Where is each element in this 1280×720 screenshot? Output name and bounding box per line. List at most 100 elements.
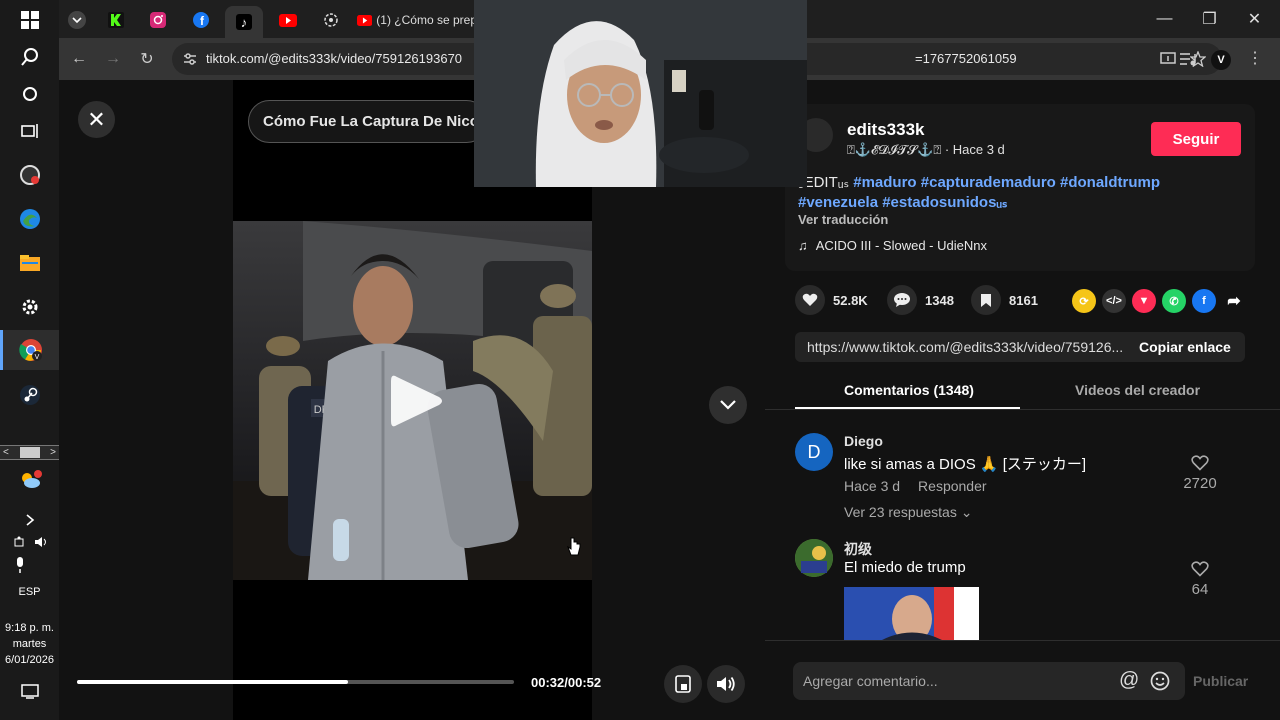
hashtag[interactable]: #venezuela bbox=[798, 194, 878, 211]
heart-outline-icon bbox=[1191, 455, 1209, 471]
profile-avatar[interactable]: V bbox=[1211, 50, 1231, 70]
task-view-icon[interactable] bbox=[0, 111, 59, 151]
comment-like-button[interactable]: 64 bbox=[1180, 561, 1220, 598]
hashtag[interactable]: #donaldtrump bbox=[1060, 174, 1160, 191]
comment-input[interactable]: Agregar comentario... @ bbox=[793, 662, 1185, 700]
float-player-button[interactable] bbox=[664, 665, 702, 703]
embed-icon[interactable]: </> bbox=[1102, 289, 1126, 313]
video-frame[interactable]: DEA bbox=[233, 221, 592, 580]
author-name[interactable]: edits333k bbox=[847, 120, 925, 140]
settings-icon[interactable] bbox=[0, 287, 59, 327]
comment-image[interactable] bbox=[844, 587, 979, 640]
video-title[interactable]: Cómo Fue La Captura De Nicolás Maduro bbox=[248, 100, 488, 143]
heart-icon bbox=[802, 293, 818, 306]
close-window-button[interactable]: ✕ bbox=[1232, 0, 1277, 38]
like-button[interactable]: 52.8K bbox=[795, 285, 868, 315]
tab-youtube-video[interactable]: (1) ¿Cómo se prep bbox=[357, 6, 477, 34]
commenter-name[interactable]: Diego bbox=[844, 433, 883, 449]
comment-button[interactable]: 1348 bbox=[887, 285, 954, 315]
chrome-icon[interactable]: V bbox=[0, 330, 59, 370]
send-to-friends-icon[interactable]: ▼ bbox=[1132, 289, 1156, 313]
volume-button[interactable] bbox=[707, 665, 745, 703]
tab-facebook[interactable]: f bbox=[187, 6, 215, 34]
forward-button[interactable]: → bbox=[100, 46, 126, 72]
comment-item: D Diego like si amas a DIOS 🙏 [ステッカー] Ha… bbox=[795, 433, 1255, 523]
menu-kebab-icon[interactable]: ⋮ bbox=[1247, 48, 1263, 68]
install-app-icon[interactable] bbox=[1160, 51, 1176, 67]
svg-text:V: V bbox=[35, 354, 40, 361]
video-progress-bar[interactable] bbox=[77, 680, 514, 684]
comment-icon bbox=[894, 293, 910, 307]
facebook-icon: f bbox=[193, 12, 209, 28]
notifications-icon[interactable] bbox=[0, 672, 59, 712]
close-video-button[interactable]: ✕ bbox=[78, 101, 115, 138]
windows-taskbar: V < > ESP 9:18 p. m. martes 6/01/2026 bbox=[0, 0, 59, 720]
taskbar-scrollbar[interactable]: < > bbox=[0, 445, 59, 460]
tab-kick[interactable] bbox=[102, 6, 130, 34]
media-controls-icon[interactable] bbox=[1179, 51, 1197, 67]
share-arrow-icon[interactable]: ➦ bbox=[1222, 289, 1246, 313]
tiktok-icon: ♪ bbox=[236, 14, 252, 30]
facebook-icon[interactable]: f bbox=[1192, 289, 1216, 313]
publish-button[interactable]: Publicar bbox=[1193, 673, 1248, 689]
volume-icon[interactable] bbox=[34, 536, 48, 548]
windows-start-icon[interactable] bbox=[0, 0, 59, 40]
tab-youtube[interactable] bbox=[274, 6, 302, 34]
tab-tiktok[interactable]: ♪ bbox=[225, 6, 263, 38]
search-icon[interactable] bbox=[0, 37, 59, 77]
site-info-icon[interactable] bbox=[183, 52, 197, 66]
edge-icon[interactable] bbox=[0, 199, 59, 239]
instagram-icon bbox=[150, 12, 166, 28]
bookmark-icon bbox=[981, 293, 991, 307]
view-replies-button[interactable]: Ver 23 respuestas ⌄ bbox=[844, 504, 972, 521]
reload-button[interactable]: ↻ bbox=[134, 46, 160, 72]
hashtag[interactable]: #maduro bbox=[853, 174, 916, 191]
tab-search-button[interactable] bbox=[63, 6, 91, 34]
see-translation-link[interactable]: Ver traducción bbox=[798, 212, 888, 227]
restore-button[interactable]: ❐ bbox=[1187, 0, 1232, 38]
author-subtitle: ⍰⚓𝓔𝓓𝓘𝓣𝓢⚓⍰ · Hace 3 d bbox=[847, 142, 1005, 157]
commenter-avatar[interactable] bbox=[795, 539, 833, 577]
hashtag[interactable]: #capturademaduro bbox=[921, 174, 1056, 191]
language-indicator[interactable]: ESP bbox=[0, 585, 59, 600]
weather-icon[interactable] bbox=[0, 460, 59, 500]
follow-button[interactable]: Seguir bbox=[1151, 122, 1241, 156]
minimize-button[interactable]: — bbox=[1142, 0, 1187, 38]
kick-icon bbox=[108, 12, 124, 28]
tab-instagram[interactable] bbox=[144, 6, 172, 34]
music-link[interactable]: ♫ ACIDO III - Slowed - UdieNnx bbox=[798, 238, 987, 253]
active-tab-indicator bbox=[795, 407, 1020, 409]
cortana-icon[interactable] bbox=[0, 74, 59, 114]
hashtag[interactable]: #estadosunidosᵤₛ bbox=[882, 194, 1007, 211]
file-explorer-icon[interactable] bbox=[0, 243, 59, 283]
url-text: tiktok.com/@edits333k/video/759126193670 bbox=[206, 51, 463, 66]
chevron-right-icon[interactable] bbox=[0, 500, 59, 540]
clock-date: 6/01/2026 bbox=[5, 654, 54, 666]
play-icon[interactable] bbox=[391, 373, 443, 429]
comment-like-button[interactable]: 2720 bbox=[1180, 455, 1220, 492]
comment-time: Hace 3 d bbox=[844, 478, 901, 494]
tab-comments[interactable]: Comentarios (1348) bbox=[844, 382, 974, 398]
repost-icon[interactable]: ⟳ bbox=[1072, 289, 1096, 313]
microphone-icon[interactable] bbox=[14, 557, 26, 578]
camera-icon[interactable] bbox=[14, 536, 26, 548]
next-video-button[interactable] bbox=[709, 386, 747, 424]
post-link[interactable]: https://www.tiktok.com/@edits333k/video/… bbox=[807, 339, 1123, 355]
tab-creator-videos[interactable]: Videos del creador bbox=[1075, 382, 1200, 398]
copy-link-button[interactable]: Copiar enlace bbox=[1139, 339, 1231, 355]
emoji-icon[interactable] bbox=[1150, 671, 1170, 691]
steam-icon[interactable] bbox=[0, 375, 59, 415]
tab-chatgpt[interactable] bbox=[317, 6, 345, 34]
clock-time[interactable]: 9:18 p. m. bbox=[0, 621, 59, 636]
back-button[interactable]: ← bbox=[66, 46, 92, 72]
reply-button[interactable]: Responder bbox=[918, 478, 987, 494]
commenter-name[interactable]: 初级 bbox=[844, 539, 872, 559]
details-panel: edits333k ⍰⚓𝓔𝓓𝓘𝓣𝓢⚓⍰ · Hace 3 d Seguir ₑE… bbox=[765, 80, 1280, 720]
app-icon[interactable] bbox=[0, 155, 59, 195]
whatsapp-icon[interactable]: ✆ bbox=[1162, 289, 1186, 313]
save-button[interactable]: 8161 bbox=[971, 285, 1038, 315]
save-count: 8161 bbox=[1009, 292, 1038, 308]
picture-in-picture-icon bbox=[675, 675, 691, 693]
mention-icon[interactable]: @ bbox=[1119, 669, 1139, 692]
commenter-avatar[interactable]: D bbox=[795, 433, 833, 471]
